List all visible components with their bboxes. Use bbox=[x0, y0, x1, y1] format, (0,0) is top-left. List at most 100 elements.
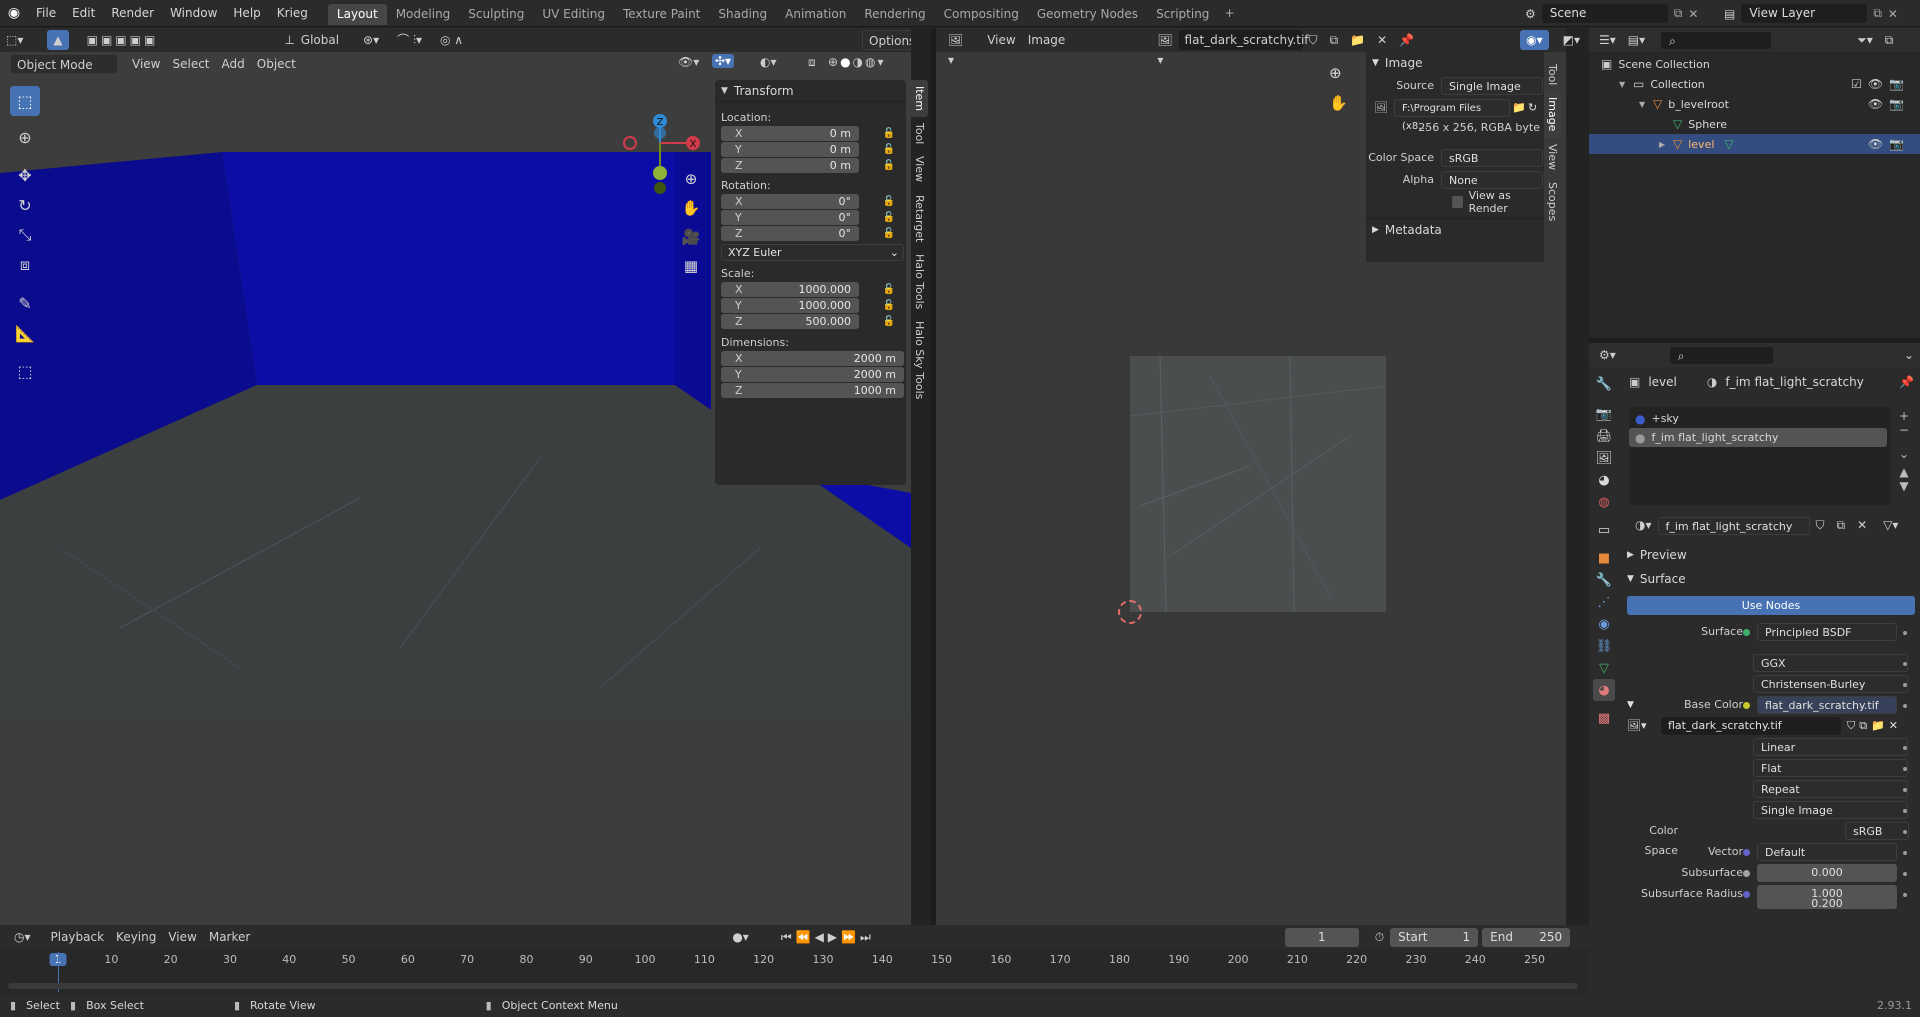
keyframe-dot-icon[interactable] bbox=[1903, 675, 1913, 693]
object-tab-icon[interactable]: ■ bbox=[1593, 547, 1615, 569]
keyframe-dot-icon[interactable] bbox=[1903, 780, 1913, 798]
image-texture-name-field[interactable]: flat_dark_scratchy.tif bbox=[1661, 717, 1841, 735]
output-tab-icon[interactable]: 🖨 bbox=[1593, 425, 1615, 447]
scene-name-field[interactable]: Scene bbox=[1541, 4, 1668, 23]
preview-range-icon[interactable]: ⏱ bbox=[1369, 927, 1390, 947]
metadata-arrow-icon[interactable]: ▶ bbox=[1372, 225, 1379, 235]
menu-window[interactable]: Window bbox=[162, 0, 225, 27]
pin-icon[interactable]: 📌 bbox=[1393, 30, 1420, 50]
transform-tool-icon[interactable]: ⧈ bbox=[10, 250, 40, 280]
collapse-arrow-icon[interactable]: ▼ bbox=[721, 86, 728, 96]
image-tab-view[interactable]: View bbox=[1544, 138, 1561, 176]
location-y-field[interactable]: Y 0 m bbox=[721, 142, 859, 157]
interpolation-field[interactable]: Linear bbox=[1753, 738, 1908, 756]
tab-layout[interactable]: Layout bbox=[327, 4, 387, 25]
delete-scene-icon[interactable]: ✕ bbox=[1688, 7, 1698, 21]
lock-icon[interactable]: 🔓 bbox=[881, 226, 897, 241]
visibility-toggles[interactable]: 👁📷 bbox=[1868, 97, 1910, 111]
new-scene-icon[interactable]: ⧉ bbox=[1674, 6, 1683, 21]
lock-icon[interactable]: 🔓 bbox=[881, 210, 897, 225]
keyframe-dot-icon[interactable] bbox=[1903, 759, 1913, 777]
view-as-render-checkbox[interactable] bbox=[1452, 196, 1463, 208]
tool-tab-icon[interactable]: 🔧 bbox=[1593, 373, 1615, 395]
lock-icon[interactable]: 🔓 bbox=[881, 298, 897, 313]
timeline[interactable]: ◷▾ Playback Keying View Marker ●▾ ⏮⏪◀▶⏩⏭… bbox=[0, 925, 1589, 994]
sidebar-tab-tool[interactable]: Tool bbox=[911, 117, 928, 150]
lock-icon[interactable]: 🔓 bbox=[881, 194, 897, 209]
record-button[interactable]: ●▾ bbox=[726, 927, 755, 947]
material-name-field[interactable]: f_im flat_light_scratchy bbox=[1657, 517, 1810, 535]
surface-section[interactable]: ▼ Surface bbox=[1625, 569, 1915, 589]
camera-view-icon[interactable]: 🎥 bbox=[676, 228, 706, 257]
outliner-item[interactable]: ▼ ▭ Collection ☑👁📷 bbox=[1589, 74, 1920, 94]
scene-icon[interactable]: ⚙ bbox=[1525, 7, 1536, 21]
socket-icon[interactable] bbox=[1743, 843, 1755, 861]
image-name-field[interactable]: flat_dark_scratchy.tif bbox=[1178, 30, 1309, 50]
base-color-field[interactable]: flat_dark_scratchy.tif bbox=[1757, 696, 1897, 714]
outliner-search-input[interactable]: ⌕ bbox=[1661, 31, 1772, 49]
socket-icon[interactable] bbox=[1743, 623, 1755, 641]
image-menu-view[interactable]: View bbox=[981, 30, 1021, 50]
source-dropdown[interactable]: Single Image bbox=[1441, 77, 1543, 95]
playback-menu[interactable]: Playback bbox=[45, 927, 111, 947]
physics-tab-icon[interactable]: ◉ bbox=[1593, 613, 1615, 635]
viewport-menu-select[interactable]: Select bbox=[166, 54, 215, 74]
properties-search-input[interactable]: ⌕ bbox=[1669, 346, 1773, 364]
properties-type-icon[interactable]: ⚙▾ bbox=[1593, 345, 1622, 365]
fake-user-icon[interactable]: ⛉ bbox=[1303, 30, 1324, 50]
keyframe-dot-icon[interactable] bbox=[1903, 623, 1913, 641]
modifier-tab-icon[interactable]: 🔧 bbox=[1593, 569, 1615, 591]
image-texture-actions[interactable]: ⛉⧉📁✕ bbox=[1847, 717, 1915, 735]
view-layer-tab-icon[interactable]: 🖼 bbox=[1593, 447, 1615, 469]
sidebar-tab-halo-tools[interactable]: Halo Tools bbox=[911, 248, 928, 315]
visibility-toggles[interactable]: ☑👁📷 bbox=[1851, 77, 1910, 91]
properties-editor[interactable]: ⚙▾ ⌕ ⌄ 🔧 📷 🖨 🖼 ◕ ◍ ▭ ■ 🔧 ⋰ ◉ ⛓ ▽ ◕ ▩ ▣ l… bbox=[1589, 343, 1920, 994]
subsurface-radius-2-field[interactable]: 0.200 bbox=[1757, 899, 1897, 909]
outliner-item[interactable]: ▽ Sphere bbox=[1589, 114, 1920, 134]
material-link-icon[interactable]: ▽▾ bbox=[1877, 515, 1904, 535]
reload-icon[interactable]: ↻ bbox=[1528, 99, 1544, 117]
scale-x-field[interactable]: X 1000.000 bbox=[721, 282, 859, 297]
expand-arrow-icon[interactable]: ▼ bbox=[1619, 80, 1631, 89]
projection-field[interactable]: Flat bbox=[1753, 759, 1908, 777]
rotation-mode-dropdown[interactable]: XYZ Euler ⌄ bbox=[721, 244, 904, 261]
render-tab-icon[interactable]: 📷 bbox=[1593, 403, 1615, 425]
keyframe-dot-icon[interactable] bbox=[1903, 801, 1913, 819]
image-tab-scopes[interactable]: Scopes bbox=[1544, 176, 1561, 227]
open-image-icon[interactable]: 📁 bbox=[1344, 30, 1371, 50]
material-fake-user-icon[interactable]: ⛉ bbox=[1810, 515, 1831, 535]
subsurface-method-field[interactable]: Christensen-Burley bbox=[1753, 675, 1908, 693]
end-frame-field[interactable]: End 250 bbox=[1482, 927, 1571, 947]
color-space-dropdown[interactable]: sRGB bbox=[1441, 149, 1543, 167]
image-tab-tool[interactable]: Tool bbox=[1544, 58, 1561, 91]
measure-tool-icon[interactable]: 📐 bbox=[10, 318, 40, 348]
cursor-tool-icon[interactable]: ⊕ bbox=[10, 122, 40, 152]
viewport-menu-add[interactable]: Add bbox=[216, 54, 251, 74]
menu-krieg[interactable]: Krieg bbox=[269, 0, 316, 27]
constraints-tab-icon[interactable]: ⛓ bbox=[1593, 635, 1615, 657]
image-editor[interactable]: 🖼▾ View Image 🖼▾ flat_dark_scratchy.tif … bbox=[936, 28, 1580, 925]
dimensions-y-field[interactable]: Y 2000 m bbox=[721, 367, 904, 382]
viewport-menu-object[interactable]: Object bbox=[251, 54, 302, 74]
outliner-type-icon[interactable]: ☰▾ bbox=[1593, 30, 1622, 50]
tab-compositing[interactable]: Compositing bbox=[935, 4, 1028, 25]
dimensions-z-field[interactable]: Z 1000 m bbox=[721, 383, 904, 398]
mode-dropdown[interactable]: Object Mode bbox=[10, 54, 118, 74]
keyframe-dot-icon[interactable] bbox=[1903, 822, 1913, 840]
surface-field[interactable]: Principled BSDF bbox=[1757, 623, 1897, 641]
rotate-tool-icon[interactable]: ↻ bbox=[10, 190, 40, 220]
image-pan-icon[interactable]: ✋ bbox=[1329, 94, 1348, 112]
outliner-display-icon[interactable]: ▤▾ bbox=[1622, 30, 1651, 50]
new-image-icon[interactable]: ⧉ bbox=[1324, 30, 1345, 50]
vector-field[interactable]: Default bbox=[1757, 843, 1897, 861]
shading-mode-icons[interactable]: ⊕●◑◍▾ bbox=[828, 55, 886, 69]
scene-tab-icon[interactable]: ◕ bbox=[1593, 469, 1615, 491]
image-editor-type-icon[interactable]: 🖼▾ bbox=[942, 30, 969, 67]
timeline-type-icon[interactable]: ◷▾ bbox=[8, 927, 37, 947]
expand-arrow-icon[interactable]: ▶ bbox=[1659, 140, 1671, 149]
use-nodes-button[interactable]: Use Nodes bbox=[1627, 596, 1915, 615]
snap-icon[interactable]: ⌒ ⫶▾ bbox=[391, 30, 428, 50]
move-up-icon[interactable]: ▲ bbox=[1895, 465, 1913, 479]
image-panel-arrow-icon[interactable]: ▼ bbox=[1372, 58, 1379, 68]
add-cube-tool-icon[interactable]: ⬚ bbox=[10, 356, 40, 386]
